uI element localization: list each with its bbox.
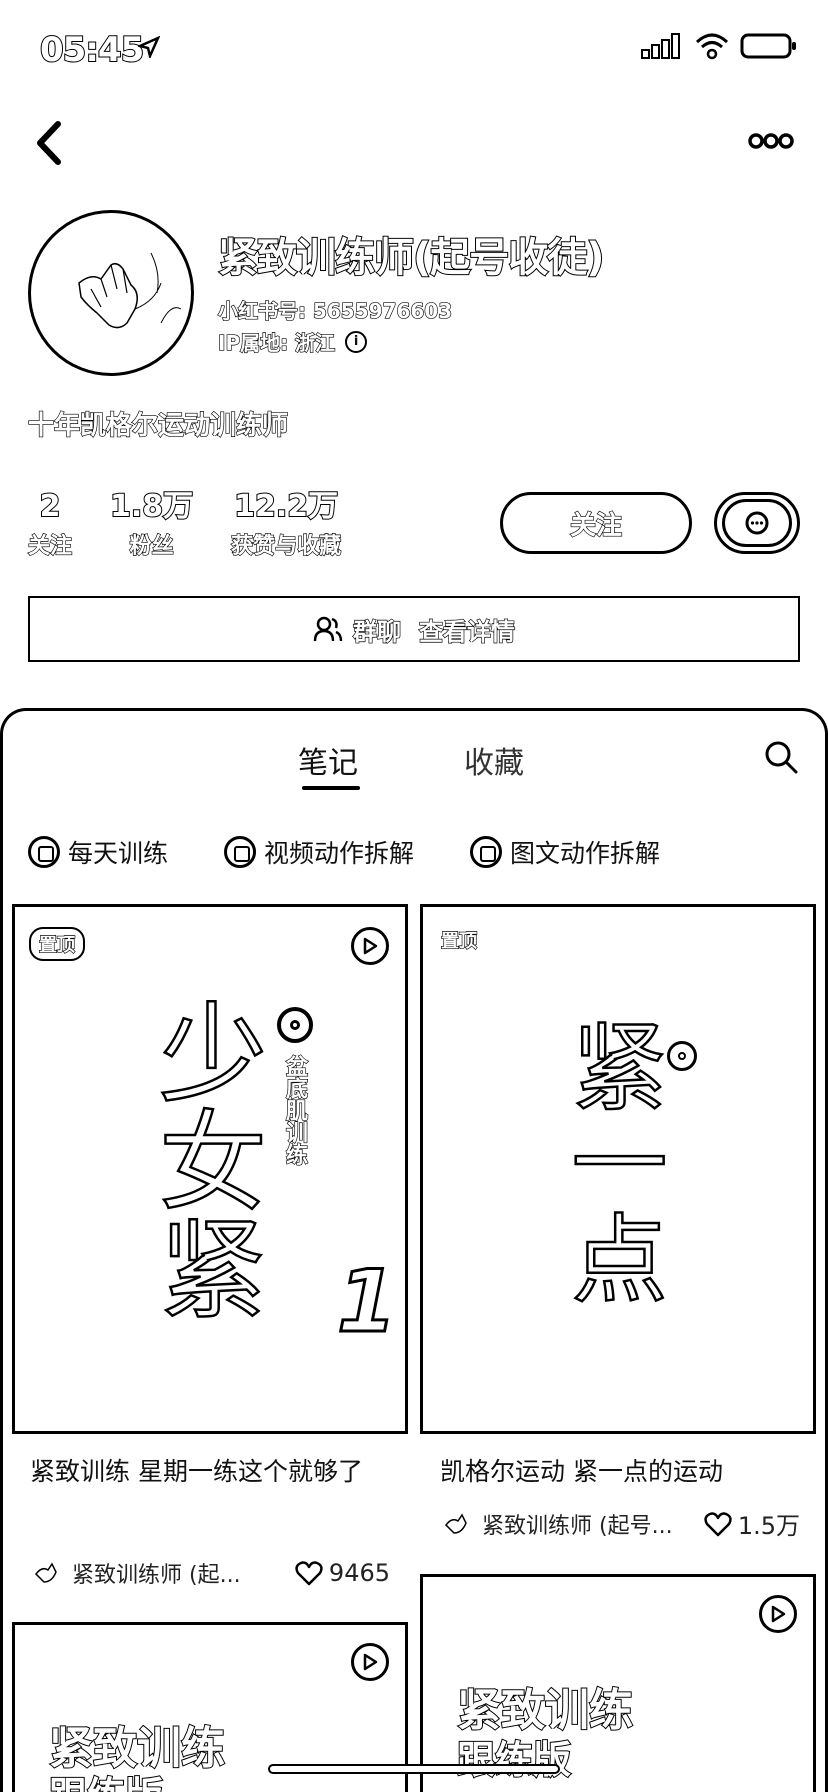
cover-small-label: 盆底肌训练 — [281, 1054, 307, 1165]
cover-big-text: 紧一点 — [551, 1016, 671, 1325]
collection-daily-training[interactable]: 每天训练 — [28, 834, 168, 870]
info-icon[interactable]: i — [345, 330, 368, 353]
stat-value: 2 — [39, 489, 62, 525]
author-name: 紧致训练师 (起号... — [482, 1513, 673, 1539]
cover-small-text: 跟练版 — [48, 1774, 164, 1792]
note-author[interactable]: 紧致训练师 (起号... — [440, 1507, 673, 1541]
note-cover-1[interactable]: 置顶 少女紧 盆底肌训练 1 — [12, 904, 408, 1434]
stat-label: 粉丝 — [129, 533, 174, 559]
cover-big-label: 少女紧 — [140, 996, 268, 1323]
note-cover-2[interactable]: 置顶 紧一点 — [420, 904, 816, 1434]
profile-bio: 十年凯格尔运动训练师 — [27, 410, 289, 441]
cover-big-label: 紧一点 — [554, 1016, 669, 1307]
note-meta-2: 紧致训练师 (起号... 1.5万 — [440, 1506, 800, 1541]
collection-label: 每天训练 — [68, 839, 169, 868]
heart-icon — [295, 1561, 323, 1586]
message-icon — [722, 499, 792, 547]
cover-big-text: 少女紧 — [140, 996, 268, 1344]
wifi-icon — [695, 33, 729, 60]
cover-small-text: 盆底肌训练 — [281, 1054, 405, 1172]
collections-row: 每天训练 视频动作拆解 图文动作拆解 — [28, 834, 716, 870]
home-indicator[interactable] — [268, 1764, 560, 1774]
status-bar: 05:45 — [0, 0, 828, 100]
group-icon — [313, 616, 343, 642]
video-play-icon — [351, 927, 389, 965]
video-play-icon — [759, 1595, 797, 1633]
status-time: 05:45 — [39, 29, 145, 71]
profile-tabs: 笔记 收藏 — [0, 730, 828, 790]
stat-value: 12.2万 — [233, 489, 339, 525]
profile-name: 紧致训练师(起号收徒) — [217, 234, 606, 282]
ip-location-row: IP属地: 浙江 i — [217, 327, 368, 356]
stat-followers[interactable]: 1.8万 粉丝 — [109, 489, 194, 560]
video-play-icon — [351, 1643, 389, 1681]
avatar[interactable] — [28, 210, 194, 376]
collection-label: 视频动作拆解 — [264, 839, 415, 868]
tab-notes[interactable]: 笔记 — [298, 738, 360, 790]
pinned-badge: 置顶 — [29, 927, 85, 961]
note-author[interactable]: 紧致训练师 (起... — [30, 1556, 241, 1590]
cover-target-icon — [667, 1041, 697, 1071]
collection-video-breakdown[interactable]: 视频动作拆解 — [224, 834, 414, 870]
tab-active-indicator — [302, 786, 360, 790]
collection-icon — [224, 836, 257, 868]
tab-favorites-label: 收藏 — [464, 746, 524, 781]
collection-icon — [28, 836, 60, 868]
stats-row: 2 关注 1.8万 粉丝 12.2万 获赞与收藏 — [27, 489, 379, 560]
group-details-label: 查看详情 — [418, 617, 515, 646]
search-icon[interactable] — [764, 740, 798, 774]
collection-image-breakdown[interactable]: 图文动作拆解 — [470, 834, 660, 870]
xhs-id: 小红书号: 5655976603 — [217, 298, 453, 323]
author-avatar-icon — [35, 1562, 57, 1583]
ip-location: IP属地: 浙江 — [217, 330, 336, 355]
like-count[interactable]: 1.5万 — [704, 1506, 800, 1541]
group-chat-button[interactable]: 群聊 查看详情 — [28, 596, 800, 662]
cover-big-text: 紧致训练 — [456, 1685, 634, 1736]
back-icon[interactable] — [30, 118, 70, 168]
note-cover-4[interactable]: 紧致训练 跟练版 — [420, 1574, 816, 1792]
collection-label: 图文动作拆解 — [510, 839, 661, 868]
follow-button[interactable]: 关注 — [500, 492, 692, 554]
location-arrow-icon — [138, 36, 160, 58]
tab-favorites[interactable]: 收藏 — [464, 738, 524, 782]
follow-label: 关注 — [569, 510, 622, 541]
message-button[interactable] — [714, 492, 800, 554]
like-count[interactable]: 9465 — [295, 1559, 390, 1587]
stat-likes-favorites[interactable]: 12.2万 获赞与收藏 — [231, 489, 342, 560]
note-title-1[interactable]: 紧致训练 星期一练这个就够了 — [30, 1450, 400, 1494]
stat-value: 1.8万 — [109, 489, 194, 525]
cover-target-icon — [277, 1007, 313, 1043]
cover-number-label: 1 — [336, 1251, 399, 1354]
group-chat-label: 群聊 — [352, 617, 401, 646]
author-name: 紧致训练师 (起... — [72, 1563, 241, 1588]
battery-icon — [740, 33, 796, 59]
tab-notes-label: 笔记 — [298, 746, 358, 781]
cover-small-text: 跟练版 — [456, 1738, 572, 1782]
cover-number: 1 — [336, 1251, 399, 1354]
like-count-value: 9465 — [328, 1559, 390, 1587]
stat-label: 关注 — [27, 533, 73, 559]
avatar-hand-sketch — [78, 252, 182, 329]
author-avatar-icon — [445, 1513, 467, 1534]
note-meta-1: 紧致训练师 (起... 9465 — [30, 1556, 390, 1590]
more-icon[interactable] — [748, 130, 794, 152]
pinned-badge: 置顶 — [440, 930, 477, 952]
note-title-2[interactable]: 凯格尔运动 紧一点的运动 — [440, 1450, 810, 1494]
heart-icon — [704, 1511, 732, 1536]
cover-big-text: 紧致训练 — [48, 1723, 226, 1774]
stat-following[interactable]: 2 关注 — [27, 489, 73, 560]
signal-icon — [641, 33, 680, 59]
collection-icon — [470, 836, 503, 868]
like-count-value: 1.5万 — [737, 1512, 800, 1540]
stat-label: 获赞与收藏 — [231, 533, 342, 559]
